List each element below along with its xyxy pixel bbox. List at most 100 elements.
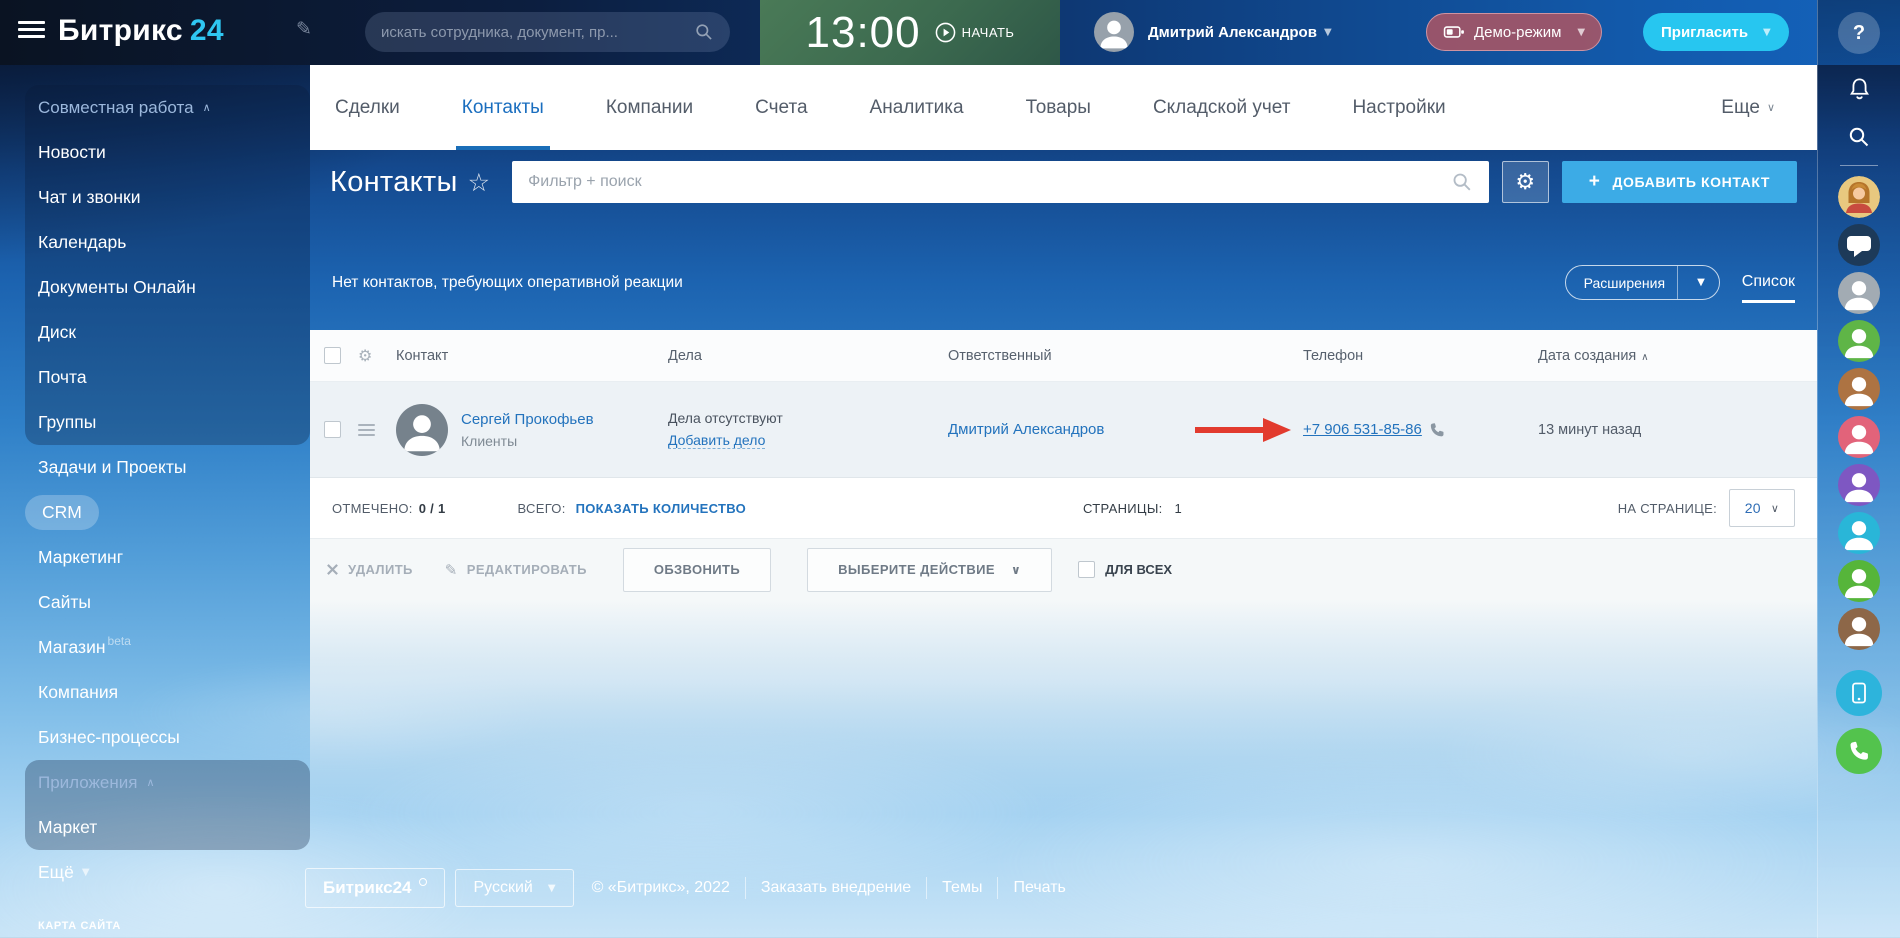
colleague-avatar[interactable] bbox=[1838, 464, 1880, 506]
tab-more[interactable]: Еще ∨ bbox=[1721, 97, 1775, 119]
tab-deals[interactable]: Сделки bbox=[335, 65, 400, 150]
tab-settings[interactable]: Настройки bbox=[1352, 65, 1445, 150]
colleague-avatar[interactable] bbox=[1838, 560, 1880, 602]
phone-link[interactable]: +7 906 531-85-86 bbox=[1303, 421, 1422, 438]
sidebar-item-marketing[interactable]: Маркетинг bbox=[0, 535, 310, 580]
print-link[interactable]: Печать bbox=[1013, 879, 1065, 897]
show-count-link[interactable]: ПОКАЗАТЬ КОЛИЧЕСТВО bbox=[576, 501, 746, 516]
sidebar-item-calendar[interactable]: Календарь bbox=[0, 220, 310, 265]
global-search[interactable] bbox=[365, 12, 730, 52]
bitrix24-footer-button[interactable]: Битрикс24 bbox=[305, 868, 446, 908]
person-icon bbox=[1844, 425, 1874, 455]
row-checkbox[interactable] bbox=[324, 421, 341, 438]
workday-clock[interactable]: 13:00 НАЧАТЬ bbox=[760, 0, 1060, 65]
hamburger-menu-icon[interactable] bbox=[18, 21, 45, 42]
search-icon[interactable] bbox=[1847, 125, 1871, 149]
clock-time: 13:00 bbox=[805, 7, 921, 57]
tab-invoices[interactable]: Счета bbox=[755, 65, 807, 150]
sidebar-item-news[interactable]: Новости bbox=[0, 130, 310, 175]
tab-contacts[interactable]: Контакты bbox=[455, 65, 550, 150]
current-user-menu[interactable]: Дмитрий Александров ▼ bbox=[1094, 12, 1332, 52]
app-header: Битрикс24 ✎ 13:00 НАЧАТЬ Дмитрий Алексан… bbox=[0, 0, 1900, 65]
column-header-responsible[interactable]: Ответственный bbox=[948, 348, 1303, 364]
telephony-button[interactable] bbox=[1836, 670, 1882, 716]
sidebar-item-sites[interactable]: Сайты bbox=[0, 580, 310, 625]
themes-link[interactable]: Темы bbox=[942, 879, 982, 897]
brand-logo: Битрикс 24 bbox=[58, 14, 224, 47]
column-header-phone[interactable]: Телефон bbox=[1303, 348, 1538, 364]
filter-search[interactable] bbox=[512, 161, 1489, 203]
for-all-checkbox[interactable] bbox=[1078, 561, 1096, 578]
x-icon bbox=[327, 564, 338, 575]
sidebar-section-applications[interactable]: Приложения ∧ bbox=[0, 760, 310, 805]
sidebar-item-more[interactable]: Ещё ▼ bbox=[0, 850, 310, 895]
favorite-star-icon[interactable]: ☆ bbox=[468, 168, 490, 197]
sidebar-item-documents-online[interactable]: Документы Онлайн bbox=[0, 265, 310, 310]
sidebar-item-shop[interactable]: Магазин beta bbox=[0, 625, 310, 670]
tab-analytics[interactable]: Аналитика bbox=[870, 65, 964, 150]
colleague-avatar[interactable] bbox=[1838, 368, 1880, 410]
tab-companies[interactable]: Компании bbox=[606, 65, 693, 150]
pencil-icon: ✎ bbox=[444, 560, 458, 579]
colleague-avatar[interactable] bbox=[1838, 272, 1880, 314]
select-all-checkbox[interactable] bbox=[324, 347, 341, 364]
dial-button[interactable]: ОБЗВОНИТЬ bbox=[622, 547, 772, 592]
photo-avatar[interactable] bbox=[1838, 176, 1880, 218]
table-row[interactable]: Сергей Прокофьев Клиенты Дела отсутствую… bbox=[310, 382, 1817, 478]
sidebar-item-tasks-projects[interactable]: Задачи и Проекты bbox=[0, 445, 310, 490]
edit-pencil-icon[interactable]: ✎ bbox=[296, 18, 312, 41]
grid-settings-button[interactable]: ⚙ bbox=[1501, 161, 1549, 203]
column-header-created[interactable]: Дата создания ∧ bbox=[1538, 348, 1817, 364]
pages-value[interactable]: 1 bbox=[1174, 501, 1182, 516]
sidebar-item-disk[interactable]: Диск bbox=[0, 310, 310, 355]
order-implementation-link[interactable]: Заказать внедрение bbox=[761, 879, 911, 897]
call-button[interactable] bbox=[1836, 728, 1882, 774]
global-search-input[interactable] bbox=[381, 23, 694, 41]
for-all-label: ДЛЯ ВСЕХ bbox=[1105, 562, 1173, 577]
column-header-contact[interactable]: Контакт bbox=[396, 348, 668, 364]
language-select[interactable]: Русский ▼ bbox=[455, 869, 574, 907]
choose-action-dropdown[interactable]: ВЫБЕРИТЕ ДЕЙСТВИЕ ∨ bbox=[807, 547, 1053, 592]
delete-button[interactable]: УДАЛИТЬ bbox=[326, 562, 413, 577]
responsible-link[interactable]: Дмитрий Александров bbox=[948, 421, 1104, 438]
colleague-avatar[interactable] bbox=[1838, 512, 1880, 554]
tab-products[interactable]: Товары bbox=[1026, 65, 1091, 150]
sidebar-section-collaboration[interactable]: Совместная работа ∧ bbox=[0, 85, 310, 130]
edit-button[interactable]: ✎ РЕДАКТИРОВАТЬ bbox=[445, 561, 587, 579]
colleague-avatar[interactable] bbox=[1838, 608, 1880, 650]
filter-search-input[interactable] bbox=[528, 173, 1451, 191]
sidebar-item-business-processes[interactable]: Бизнес-процессы bbox=[0, 715, 310, 760]
device-icon bbox=[1852, 682, 1866, 704]
sort-asc-icon: ∧ bbox=[1641, 351, 1649, 363]
column-header-activities[interactable]: Дела bbox=[668, 348, 948, 364]
sidebar-item-market[interactable]: Маркет bbox=[0, 805, 310, 850]
add-contact-button[interactable]: + ДОБАВИТЬ КОНТАКТ bbox=[1561, 161, 1797, 203]
sidebar-item-crm[interactable]: CRM bbox=[0, 490, 310, 535]
chevron-up-icon: ∧ bbox=[202, 102, 211, 114]
sidebar-item-mail[interactable]: Почта bbox=[0, 355, 310, 400]
user-name: Дмитрий Александров bbox=[1148, 23, 1317, 41]
contact-name-link[interactable]: Сергей Прокофьев bbox=[461, 411, 594, 428]
support-chat-avatar[interactable] bbox=[1838, 224, 1880, 266]
colleague-avatar[interactable] bbox=[1838, 320, 1880, 362]
tab-inventory[interactable]: Складской учет bbox=[1153, 65, 1291, 150]
add-activity-link[interactable]: Добавить дело bbox=[668, 432, 766, 449]
gear-icon[interactable]: ⚙ bbox=[358, 346, 396, 365]
site-map-link[interactable]: КАРТА САЙТА bbox=[38, 920, 121, 932]
row-menu-icon[interactable] bbox=[358, 421, 375, 439]
demo-mode-button[interactable]: Демо-режим ▼ bbox=[1426, 13, 1603, 51]
sidebar-item-groups[interactable]: Группы bbox=[0, 400, 310, 445]
start-workday-button[interactable]: НАЧАТЬ bbox=[935, 22, 1015, 43]
per-page-select[interactable]: 20 ∨ bbox=[1729, 489, 1795, 527]
invite-button[interactable]: Пригласить ▼ bbox=[1643, 13, 1789, 51]
chevron-down-icon: ▼ bbox=[81, 867, 90, 878]
per-page-label: НА СТРАНИЦЕ: bbox=[1617, 500, 1717, 516]
extensions-button[interactable]: Расширения ▼ bbox=[1564, 265, 1720, 300]
chevron-up-icon: ∧ bbox=[146, 777, 155, 789]
sidebar-item-company[interactable]: Компания bbox=[0, 670, 310, 715]
help-button[interactable]: ? bbox=[1838, 12, 1880, 54]
sidebar-item-chat-calls[interactable]: Чат и звонки bbox=[0, 175, 310, 220]
view-switch-list[interactable]: Список bbox=[1741, 273, 1796, 303]
notifications-bell-icon[interactable] bbox=[1846, 76, 1873, 103]
colleague-avatar[interactable] bbox=[1838, 416, 1880, 458]
